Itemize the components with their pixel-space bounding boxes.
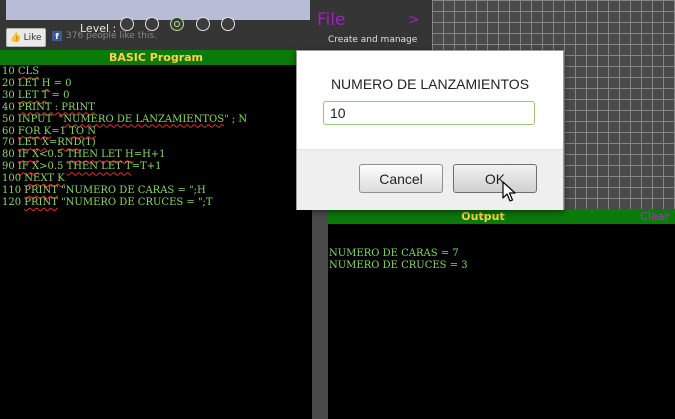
dialog-prompt: NUMERO DE LANZAMIENTOS [330,76,530,92]
output-lines: NUMERO DE CARAS = 7 NUMERO DE CRUCES = 3 [328,224,675,272]
code-line: 100 NEXT K [2,173,65,185]
level-dot-1[interactable] [120,17,134,31]
code-line: 120 PRINT "NUMERO DE CRUCES = ";T [2,196,213,208]
output-console: NUMERO DE CARAS = 7 NUMERO DE CRUCES = 3 [328,224,675,419]
facebook-icon: f [52,31,62,41]
level-dot-4[interactable] [196,17,210,31]
code-line: 50 INPUT "NUMERO DE LANZAMIENTOS" ; N [2,113,248,125]
code-line: 40 PRINT : PRINT [2,101,95,113]
output-header: Output Clear [328,209,675,224]
code-line: 90 IF X>0.5 THEN LET T=T+1 [2,161,162,173]
preview-area [6,0,310,20]
like-button[interactable]: 👍 Like [6,28,46,47]
file-menu[interactable]: File [317,10,345,30]
clear-button[interactable]: Clear [640,209,669,224]
output-line: NUMERO DE CARAS = 7 [329,248,459,259]
level-dot-3[interactable] [170,17,184,31]
level-dot-2[interactable] [145,17,159,31]
file-panel: File > Create and manage [312,0,432,50]
code-line: 110 PRINT "NUMERO DE CARAS = ";H [2,185,206,197]
like-button-label: Like [23,32,42,43]
dialog-input[interactable] [323,101,535,125]
file-expand-arrow[interactable]: > [408,12,420,28]
output-title: Output [461,210,505,223]
thumbs-up-icon: 👍 [10,32,22,43]
cancel-button[interactable]: Cancel [359,164,443,193]
top-strip: Level : 👍 Like f 376 people like this. [0,0,312,50]
code-lines: 10 CLS 20 LET H = 0 30 LET T = 0 40 PRIN… [0,65,312,209]
program-header: BASIC Program [0,50,312,65]
like-count: 376 people like this. [66,31,157,41]
code-line: 80 IF X<0.5 THEN LET H=H+1 [2,149,166,161]
code-line: 20 LET H = 0 [2,77,72,89]
code-editor[interactable]: 10 CLS 20 LET H = 0 30 LET T = 0 40 PRIN… [0,65,312,419]
code-line: 30 LET T = 0 [2,89,70,101]
level-dot-5[interactable] [221,17,235,31]
dialog-body: NUMERO DE LANZAMIENTOS [297,51,563,149]
input-dialog: NUMERO DE LANZAMIENTOS Cancel OK [296,50,564,210]
code-line: 60 FOR K=1 TO N [2,125,96,137]
output-line: NUMERO DE CRUCES = 3 [329,260,468,271]
file-subtitle: Create and manage [328,35,418,45]
code-line: 10 CLS [2,66,40,77]
mouse-pointer-icon [502,181,516,202]
code-line: 70 LET X=RND(1) [2,137,96,149]
ok-button[interactable]: OK [453,164,537,193]
